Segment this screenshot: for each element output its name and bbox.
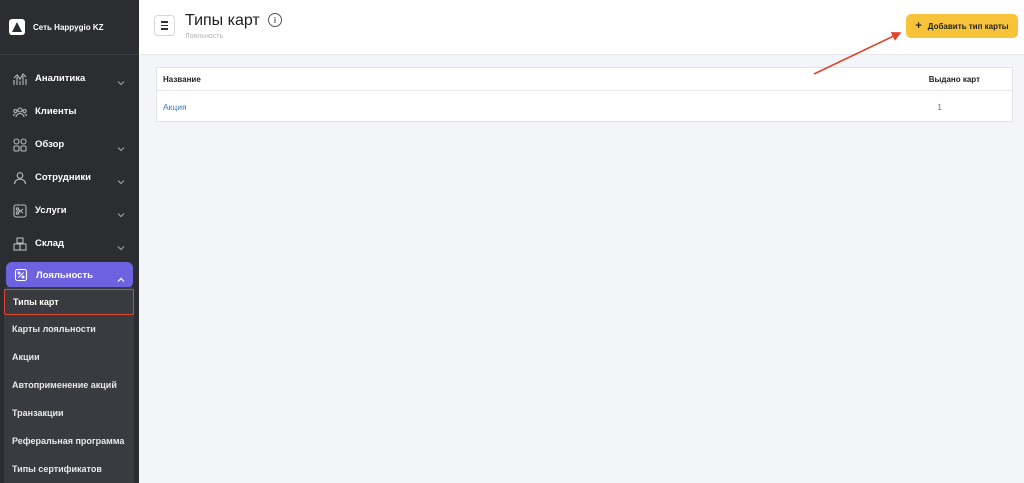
analytics-icon — [13, 72, 27, 86]
sidebar-item-label: Услуги — [35, 205, 67, 216]
sidebar-item-warehouse[interactable]: Склад — [0, 227, 139, 260]
user-icon — [13, 171, 27, 185]
column-header-name[interactable]: Название — [163, 75, 201, 84]
sidebar-item-overview[interactable]: Обзор — [0, 128, 139, 161]
sidebar-item-label: Обзор — [35, 139, 65, 150]
submenu-item-certificate-types[interactable]: Типы сертификатов — [4, 455, 134, 483]
scissors-icon — [13, 203, 27, 218]
menu-toggle-button[interactable] — [154, 15, 175, 36]
brand[interactable]: Сеть Happygio KZ — [0, 0, 139, 55]
submenu-item-transactions[interactable]: Транзакции — [4, 399, 134, 427]
column-header-issued[interactable]: Выдано карт — [929, 75, 980, 84]
sidebar-item-label: Аналитика — [35, 73, 86, 84]
submenu-item-promotions[interactable]: Акции — [4, 343, 134, 371]
chevron-down-icon — [117, 140, 125, 152]
submenu-item-referral-program[interactable]: Реферальная программа — [4, 427, 134, 455]
sidebar-item-staff[interactable]: Сотрудники — [0, 161, 139, 194]
sidebar-nav: Аналитика Клиенты Обзор Сотрудники Услуг… — [0, 62, 139, 288]
hamburger-icon — [161, 20, 168, 31]
submenu-item-loyalty-cards[interactable]: Карты лояльности — [4, 315, 134, 343]
sidebar-item-label: Сотрудники — [35, 172, 92, 183]
loyalty-submenu: Типы карт Карты лояльности Акции Автопри… — [4, 287, 134, 483]
chevron-up-icon — [117, 271, 125, 282]
sidebar: Сеть Happygio KZ Аналитика Клиенты Обзор — [0, 0, 139, 483]
table-row[interactable]: Акция 1 — [157, 91, 1012, 122]
sidebar-item-label: Клиенты — [35, 106, 77, 117]
table-header: Название Выдано карт — [157, 68, 1012, 91]
sidebar-item-loyalty[interactable]: Лояльность — [6, 262, 133, 288]
brand-name: Сеть Happygio KZ — [33, 22, 104, 32]
card-type-name-link[interactable]: Акция — [163, 102, 187, 112]
info-icon[interactable]: i — [268, 13, 282, 27]
warehouse-icon — [13, 236, 27, 251]
sidebar-item-services[interactable]: Услуги — [0, 194, 139, 227]
sidebar-item-label: Лояльность — [36, 269, 93, 281]
sidebar-item-clients[interactable]: Клиенты — [0, 95, 139, 128]
chevron-down-icon — [117, 173, 125, 185]
add-card-type-button[interactable]: + Добавить тип карты — [906, 14, 1018, 38]
chevron-down-icon — [117, 206, 125, 218]
brand-logo-icon — [9, 19, 25, 35]
issued-count[interactable]: 1 — [937, 102, 942, 112]
plus-icon: + — [915, 20, 922, 32]
overview-icon — [13, 137, 27, 152]
breadcrumb[interactable]: Лояльность — [185, 33, 223, 40]
submenu-item-card-types[interactable]: Типы карт — [4, 289, 134, 315]
add-card-type-label: Добавить тип карты — [927, 21, 1009, 31]
chevron-down-icon — [117, 74, 125, 86]
clients-icon — [13, 105, 27, 119]
sidebar-item-analytics[interactable]: Аналитика — [0, 62, 139, 95]
page-title: Типы карт — [185, 12, 260, 29]
sidebar-item-label: Склад — [35, 238, 65, 249]
loyalty-icon — [14, 268, 28, 282]
card-types-table: Название Выдано карт Акция 1 — [156, 67, 1013, 122]
page-header: Типы карт i Лояльность + Добавить тип ка… — [139, 0, 1024, 55]
chevron-down-icon — [117, 239, 125, 251]
submenu-item-auto-promotions[interactable]: Автоприменение акций — [4, 371, 134, 399]
